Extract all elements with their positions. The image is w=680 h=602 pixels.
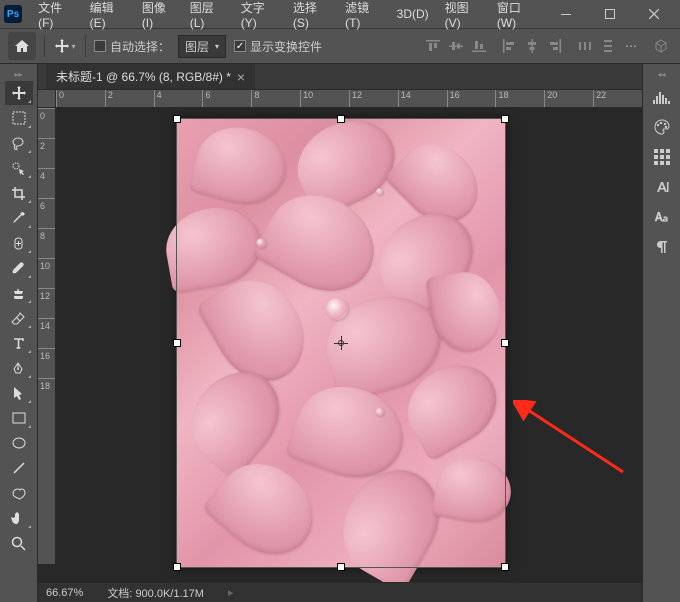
align-left-icon[interactable] [498,35,520,57]
align-hcenter-icon[interactable] [521,35,543,57]
custom-shape-tool[interactable] [5,481,33,505]
color-panel-icon[interactable] [648,114,676,140]
rectangle-tool[interactable] [5,406,33,430]
clone-stamp-tool[interactable] [5,281,33,305]
distribute-h-icon[interactable] [574,35,596,57]
menu-select[interactable]: 选择(S) [285,0,337,34]
quick-select-tool[interactable] [5,156,33,180]
pen-tool[interactable] [5,356,33,380]
tab-close-button[interactable]: × [237,70,245,84]
type-tool[interactable] [5,331,33,355]
brush-tool[interactable] [5,256,33,280]
toolbar: ▸▸ [0,64,38,602]
zoom-tool[interactable] [5,531,33,555]
character-panel-icon[interactable] [648,174,676,200]
menu-image[interactable]: 图像(I) [134,0,182,34]
glyphs-panel-icon[interactable] [648,204,676,230]
swatches-panel-icon[interactable] [648,144,676,170]
line-tool[interactable] [5,456,33,480]
titlebar: Ps 文件(F) 编辑(E) 图像(I) 图层(L) 文字(Y) 选择(S) 滤… [0,0,680,28]
eyedropper-tool[interactable] [5,206,33,230]
home-button[interactable] [8,32,36,60]
arrow-annotation-icon [513,400,633,480]
doc-size-label: 文档: [107,588,132,600]
paragraph-panel-icon[interactable] [648,234,676,260]
ruler-vertical[interactable]: 02 46 810 1214 1618 [38,108,56,564]
menu-file[interactable]: 文件(F) [30,0,82,34]
show-transform-label: 显示变换控件 [250,38,322,55]
document-tab-bar: 未标题-1 @ 66.7% (8, RGB/8#) * × [38,64,642,90]
right-panel: ◂◂ [642,64,680,602]
zoom-level[interactable]: 66.67% [46,587,83,599]
histogram-panel-icon[interactable] [648,84,676,110]
document-tab[interactable]: 未标题-1 @ 66.7% (8, RGB/8#) * × [46,64,255,89]
panel-expand-icon[interactable]: ◂◂ [643,70,680,80]
menu-3d[interactable]: 3D(D) [389,3,437,25]
window-close-button[interactable] [632,0,676,28]
move-tool[interactable] [5,81,33,105]
toolbar-expand-icon[interactable]: ▸▸ [0,70,37,80]
menu-view[interactable]: 视图(V) [437,0,489,34]
align-top-icon[interactable] [422,35,444,57]
main-area: 未标题-1 @ 66.7% (8, RGB/8#) * × 02 46 810 … [38,64,642,602]
align-right-icon[interactable] [544,35,566,57]
align-bottom-icon[interactable] [468,35,490,57]
status-bar: 66.67% 文档: 900.0K/1.17M ▸ [38,582,642,602]
auto-select-label: 自动选择： [110,38,170,55]
ruler-horizontal[interactable]: 02 46 810 1214 1618 2022 [56,90,642,108]
show-transform-checkbox[interactable]: 显示变换控件 [234,38,322,55]
document-tab-title: 未标题-1 @ 66.7% (8, RGB/8#) * [56,68,231,85]
menu-type[interactable]: 文字(Y) [233,0,285,34]
healing-tool[interactable] [5,231,33,255]
menu-layer[interactable]: 图层(L) [182,0,233,34]
window-minimize-button[interactable] [544,0,588,28]
canvas-image[interactable] [176,118,506,568]
menu-window[interactable]: 窗口(W) [489,0,544,34]
3d-mode-icon[interactable] [650,35,672,57]
marquee-tool[interactable] [5,106,33,130]
move-tool-indicator-icon[interactable]: ▾ [53,34,77,58]
path-select-tool[interactable] [5,381,33,405]
ellipse-tool[interactable] [5,431,33,455]
app-icon: Ps [4,5,22,23]
crop-tool[interactable] [5,181,33,205]
align-vcenter-icon[interactable] [445,35,467,57]
auto-select-checkbox[interactable]: 自动选择： [94,38,170,55]
lasso-tool[interactable] [5,131,33,155]
menu-edit[interactable]: 编辑(E) [82,0,134,34]
hand-tool[interactable] [5,506,33,530]
ruler-corner [38,90,56,108]
canvas-area[interactable]: 02 46 810 1214 1618 2022 02 46 810 1214 … [38,90,642,582]
more-options-icon[interactable]: ⋯ [620,35,642,57]
status-chevron-icon[interactable]: ▸ [228,586,234,599]
window-maximize-button[interactable] [588,0,632,28]
doc-size-value: 900.0K/1.17M [135,588,204,600]
distribute-v-icon[interactable] [597,35,619,57]
menu-filter[interactable]: 滤镜(T) [337,0,389,34]
auto-select-dropdown[interactable]: 图层▾ [178,35,226,58]
eraser-tool[interactable] [5,306,33,330]
